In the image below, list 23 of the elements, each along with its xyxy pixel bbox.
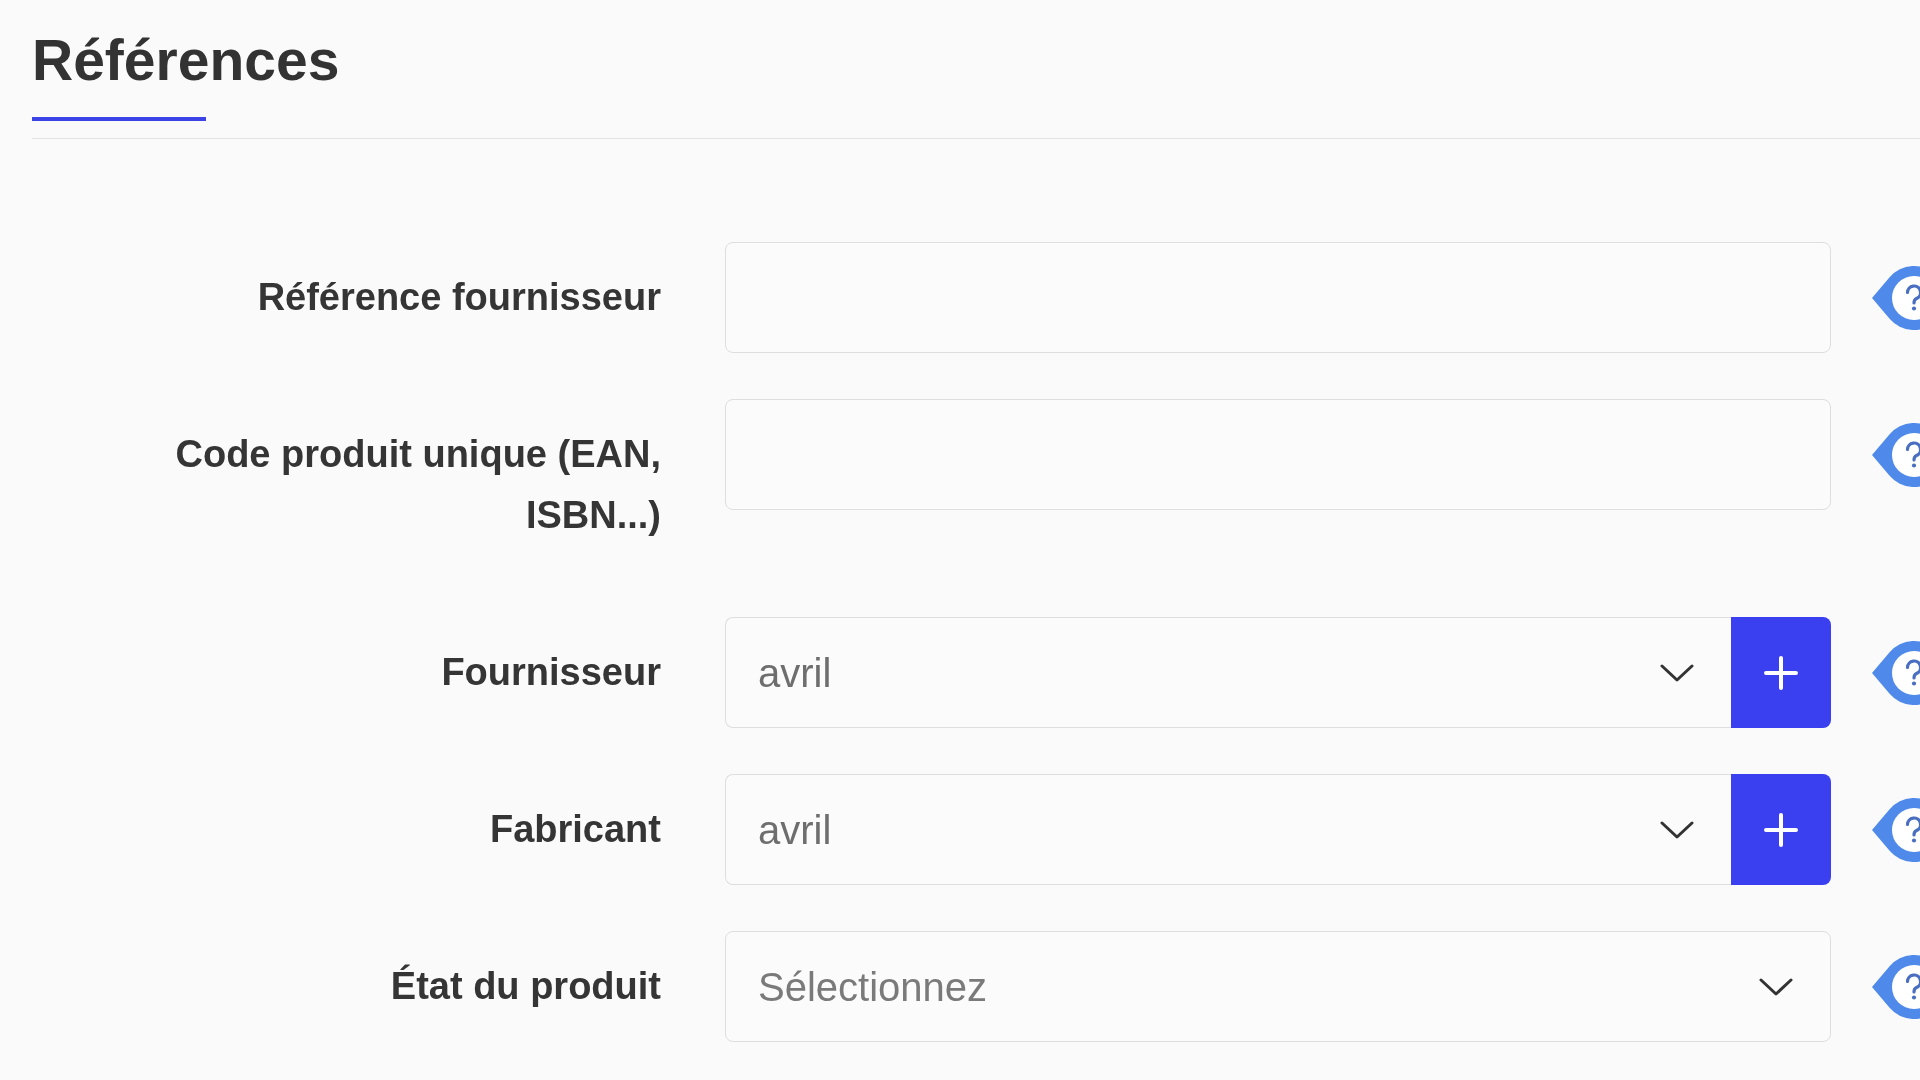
field-label: Fabricant xyxy=(488,807,661,852)
plus-icon xyxy=(1764,655,1798,690)
chevron-down-icon xyxy=(1660,820,1694,839)
text-input[interactable] xyxy=(725,242,1831,353)
add-button[interactable] xyxy=(1731,774,1831,885)
plus-icon xyxy=(1764,812,1798,847)
chevron-down-icon xyxy=(1759,977,1793,996)
help-icon[interactable] xyxy=(1872,797,1920,862)
help-icon[interactable] xyxy=(1872,265,1920,330)
field-label: Code produit unique (EAN, ISBN...) xyxy=(174,432,661,538)
select-field[interactable]: Sélectionnez xyxy=(725,931,1831,1042)
section-title: Références xyxy=(32,32,340,89)
select-field[interactable]: avril xyxy=(725,617,1731,728)
help-icon[interactable] xyxy=(1872,954,1920,1019)
field-label: Référence fournisseur xyxy=(256,275,661,320)
field-label: Fournisseur xyxy=(440,650,661,695)
chevron-down-icon xyxy=(1660,663,1694,682)
add-button[interactable] xyxy=(1731,617,1831,728)
select-field[interactable]: avril xyxy=(725,774,1731,885)
help-icon[interactable] xyxy=(1872,422,1920,487)
field-label: État du produit xyxy=(389,963,661,1009)
help-icon[interactable] xyxy=(1872,640,1920,705)
text-input[interactable] xyxy=(725,399,1831,510)
